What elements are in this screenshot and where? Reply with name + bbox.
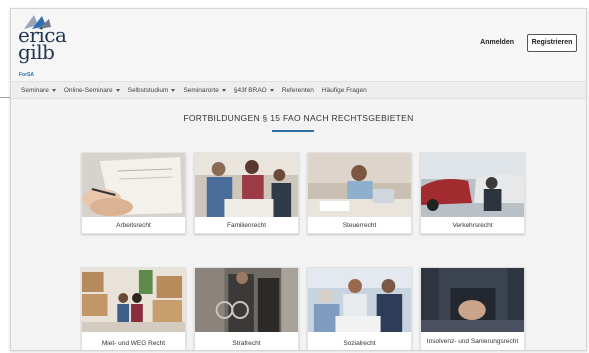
nav-item-seminarorte[interactable]: Seminarorte — [183, 86, 226, 94]
caret-down-icon — [171, 88, 176, 92]
card-image-verkehrsrecht — [421, 153, 524, 217]
category-card-familienrecht[interactable]: Familienrecht — [194, 152, 299, 234]
card-image-strafrecht — [195, 268, 298, 332]
category-card-sozialrecht[interactable]: Sozialrecht — [307, 267, 412, 350]
card-label: Verkehrsrecht — [452, 222, 493, 229]
nav-item-online-seminare[interactable]: Online-Seminare — [64, 87, 120, 94]
site-header: erica gilb ForSA Anmelden Registrieren — [11, 9, 586, 81]
card-label: Strafrecht — [232, 340, 261, 347]
card-image-sozialrecht — [308, 268, 411, 332]
card-label: Arbeitsrecht — [116, 222, 151, 229]
nav-item-referenten[interactable]: Referenten — [282, 87, 314, 94]
card-image-arbeitsrecht — [82, 153, 185, 217]
card-label: Steuerrecht — [342, 222, 377, 229]
main-content: FORTBILDUNGEN § 15 FAO NACH RECHTSGEBIET… — [11, 99, 586, 350]
category-card-verkehrsrecht[interactable]: Verkehrsrecht — [420, 152, 525, 234]
nav-label: §43f BRAO — [233, 86, 267, 94]
card-image-insolvenz-und-sanierungsrecht — [421, 268, 524, 332]
nav-item-haeufige-fragen[interactable]: Häufige Fragen — [322, 87, 367, 94]
page-title: FORTBILDUNGEN § 15 FAO NACH RECHTSGEBIET… — [183, 113, 414, 123]
logo-wordmark: erica gilb — [18, 23, 67, 64]
nav-item-selbststudium[interactable]: Selbststudium — [128, 87, 176, 94]
card-label: Insolvenz- und Sanierungsrecht — [426, 338, 519, 345]
caret-down-icon — [221, 88, 226, 92]
category-card-insolvenz-und-sanierungsrecht[interactable]: Insolvenz- und Sanierungsrecht — [420, 267, 525, 350]
nav-label: Referenten — [281, 86, 314, 94]
nav-label: Seminare — [21, 86, 49, 94]
logo-subtitle: ForSA — [19, 72, 34, 78]
nav-item-seminare[interactable]: Seminare — [21, 87, 56, 94]
category-card-strafrecht[interactable]: Strafrecht — [194, 267, 299, 350]
browser-window: erica gilb ForSA Anmelden Registrieren S… — [10, 8, 587, 351]
card-image-familienrecht — [195, 153, 298, 217]
register-button[interactable]: Registrieren — [527, 34, 577, 52]
nav-label: Selbststudium — [127, 86, 169, 94]
main-navigation: Seminare Online-Seminare Selbststudium S… — [11, 81, 586, 99]
category-card-arbeitsrecht[interactable]: Arbeitsrecht — [81, 152, 186, 234]
nav-item-43f-brao[interactable]: §43f BRAO — [234, 87, 274, 94]
logo[interactable]: erica gilb ForSA — [16, 11, 86, 79]
category-card-miet-und-weg-recht[interactable]: Miet- und WEG Recht — [81, 267, 186, 350]
nav-label: Seminarorte — [183, 86, 219, 94]
card-label: Sozialrecht — [343, 340, 376, 347]
caret-down-icon — [51, 88, 56, 92]
login-link[interactable]: Anmelden — [480, 39, 514, 46]
card-label: Familienrecht — [226, 222, 266, 229]
card-label: Miet- und WEG Recht — [101, 340, 166, 347]
nav-label: Online-Seminare — [63, 86, 113, 94]
caret-down-icon — [115, 88, 120, 92]
title-underline — [272, 130, 314, 132]
nav-label: Häufige Fragen — [321, 86, 367, 94]
card-image-steuerrecht — [308, 153, 411, 217]
card-image-miet-und-weg-recht — [82, 268, 185, 332]
category-card-steuerrecht[interactable]: Steuerrecht — [307, 152, 412, 234]
caret-down-icon — [269, 88, 274, 92]
